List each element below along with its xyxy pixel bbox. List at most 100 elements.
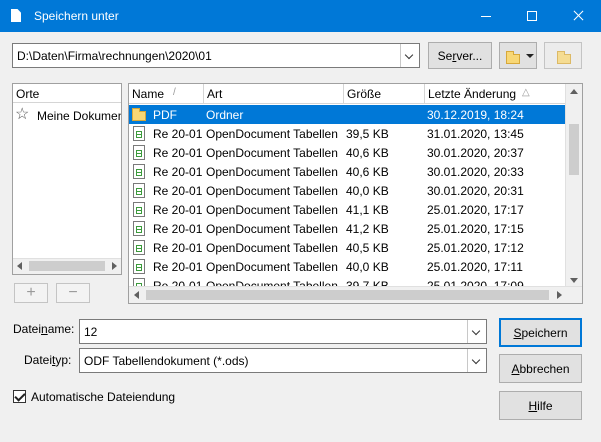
- table-row[interactable]: Re 20-01 OpenDocument Tabellen 40,0 KB 30.0…: [129, 181, 566, 200]
- minimize-button[interactable]: [463, 0, 509, 32]
- cell-size: 41,2 KB: [346, 222, 389, 236]
- column-header-size[interactable]: Größe: [344, 84, 425, 103]
- places-horizontal-scrollbar[interactable]: [13, 258, 121, 274]
- scroll-thumb[interactable]: [569, 124, 579, 175]
- scroll-left-icon[interactable]: [134, 291, 139, 299]
- table-row[interactable]: Re 20-01 OpenDocument Tabellen 40,6 KB 30.0…: [129, 143, 566, 162]
- scroll-right-icon[interactable]: [112, 262, 117, 270]
- spreadsheet-icon: [133, 221, 145, 236]
- table-row[interactable]: PDF Ordner 30.12.2019, 18:24: [129, 105, 566, 124]
- chevron-down-icon[interactable]: [400, 44, 419, 67]
- remove-place-button[interactable]: −: [56, 283, 90, 303]
- cell-modified: 25.01.2020, 17:17: [427, 203, 524, 217]
- scroll-left-icon[interactable]: [17, 262, 22, 270]
- column-modified-label: Letzte Änderung: [428, 87, 517, 101]
- spreadsheet-icon: [133, 240, 145, 255]
- file-list-header: Name / Art Größe Letzte Änderung △: [129, 84, 566, 104]
- cell-modified: 25.01.2020, 17:12: [427, 241, 524, 255]
- place-item-my-documents[interactable]: ☆ Meine Dokumente: [13, 106, 121, 126]
- folder-up-button[interactable]: [544, 42, 582, 69]
- save-button[interactable]: Speichern: [499, 318, 582, 347]
- filetype-label-pre: Datei: [24, 353, 53, 367]
- scroll-right-icon[interactable]: [557, 291, 562, 299]
- table-row[interactable]: Re 20-01 OpenDocument Tabellen 41,1 KB 25.0…: [129, 200, 566, 219]
- sort-indicator-icon: /: [173, 87, 176, 98]
- filename-label-post: ame:: [47, 322, 75, 336]
- cell-name: Re 20-01: [153, 127, 203, 141]
- cell-name: Re 20-01: [153, 222, 203, 236]
- auto-extension-label: Automatische Dateiendung: [31, 390, 176, 404]
- places-header: Orte: [13, 84, 121, 103]
- scroll-down-icon[interactable]: [570, 278, 578, 283]
- scroll-thumb[interactable]: [29, 261, 105, 271]
- spreadsheet-icon: [133, 183, 145, 198]
- server-button[interactable]: Server...: [428, 42, 492, 69]
- filetype-label: Dateityp:: [24, 353, 71, 367]
- spreadsheet-icon: [133, 259, 145, 274]
- cell-modified: 25.01.2020, 17:15: [427, 222, 524, 236]
- new-folder-menu-button[interactable]: [499, 42, 537, 69]
- filetype-label-post: yp:: [55, 353, 72, 367]
- auto-extension-checkbox[interactable]: [13, 390, 26, 403]
- file-rows: PDF Ordner 30.12.2019, 18:24 Re 20-01 OpenDo…: [129, 105, 566, 288]
- file-list-vertical-scrollbar[interactable]: [565, 84, 582, 288]
- cell-name: Re 20-01: [153, 165, 203, 179]
- help-accel: H: [528, 398, 538, 413]
- path-combobox[interactable]: D:\Daten\Firma\rechnungen\2020\01: [12, 43, 420, 68]
- column-size-label: Größe: [347, 87, 382, 101]
- column-header-type[interactable]: Art: [204, 84, 344, 103]
- cancel-label: bbrechen: [519, 361, 570, 376]
- cell-modified: 31.01.2020, 13:45: [427, 127, 524, 141]
- chevron-down-icon[interactable]: [467, 349, 486, 372]
- cell-modified: 30.01.2020, 20:33: [427, 165, 524, 179]
- help-button[interactable]: Hilfe: [499, 391, 582, 420]
- cell-size: 40,6 KB: [346, 165, 389, 179]
- folder-icon: [557, 51, 571, 64]
- cancel-button[interactable]: Abbrechen: [499, 354, 582, 383]
- window-title: Speichern unter: [34, 9, 119, 23]
- cell-modified: 30.01.2020, 20:37: [427, 146, 524, 160]
- cell-size: 40,5 KB: [346, 241, 389, 255]
- cell-modified: 25.01.2020, 17:11: [427, 260, 523, 274]
- spreadsheet-icon: [133, 164, 145, 179]
- spreadsheet-icon: [133, 202, 145, 217]
- add-place-button[interactable]: +: [14, 283, 48, 303]
- filetype-combobox[interactable]: ODF Tabellendokument (*.ods): [79, 348, 487, 373]
- file-list-horizontal-scrollbar[interactable]: [129, 286, 582, 303]
- filename-value: 12: [84, 324, 98, 339]
- server-label-post: ver...: [456, 48, 483, 63]
- cell-name: Re 20-01: [153, 260, 203, 274]
- cell-size: 40,6 KB: [346, 146, 389, 160]
- cell-modified: 30.01.2020, 20:31: [427, 184, 524, 198]
- table-row[interactable]: Re 20-01 OpenDocument Tabellen 40,5 KB 25.0…: [129, 238, 566, 257]
- table-row[interactable]: Re 20-01 OpenDocument Tabellen 41,2 KB 25.0…: [129, 219, 566, 238]
- cell-type: OpenDocument Tabellen: [206, 127, 338, 141]
- table-row[interactable]: Re 20-01 OpenDocument Tabellen 40,0 KB 25.0…: [129, 257, 566, 276]
- maximize-button[interactable]: [509, 0, 555, 32]
- path-value: D:\Daten\Firma\rechnungen\2020\01: [17, 48, 212, 63]
- table-row[interactable]: Re 20-01 OpenDocument Tabellen 39,5 KB 31.0…: [129, 124, 566, 143]
- cell-size: 41,1 KB: [346, 203, 389, 217]
- column-header-modified[interactable]: Letzte Änderung △: [425, 84, 566, 103]
- table-row[interactable]: Re 20-01 OpenDocument Tabellen 40,6 KB 30.0…: [129, 162, 566, 181]
- cell-type: Ordner: [206, 108, 244, 122]
- filename-combobox[interactable]: 12: [79, 319, 487, 344]
- cell-size: 39,5 KB: [346, 127, 389, 141]
- cell-type: OpenDocument Tabellen: [206, 241, 338, 255]
- scroll-up-icon[interactable]: [570, 89, 578, 94]
- column-name-label: Name: [132, 87, 165, 101]
- chevron-down-icon[interactable]: [467, 320, 486, 343]
- cell-name: Re 20-01: [153, 146, 203, 160]
- places-header-label: Orte: [16, 87, 40, 101]
- places-panel: Orte ☆ Meine Dokumente: [12, 83, 122, 275]
- spreadsheet-icon: [133, 126, 145, 141]
- close-button[interactable]: [555, 0, 601, 32]
- save-label: peichern: [521, 325, 568, 340]
- cell-size: 40,0 KB: [346, 260, 389, 274]
- scroll-thumb[interactable]: [146, 290, 549, 300]
- folder-icon: [506, 51, 520, 64]
- folder-icon: [132, 108, 146, 121]
- title-bar[interactable]: Speichern unter: [0, 0, 601, 32]
- column-header-name[interactable]: Name /: [129, 84, 204, 103]
- cell-modified: 30.12.2019, 18:24: [427, 108, 524, 122]
